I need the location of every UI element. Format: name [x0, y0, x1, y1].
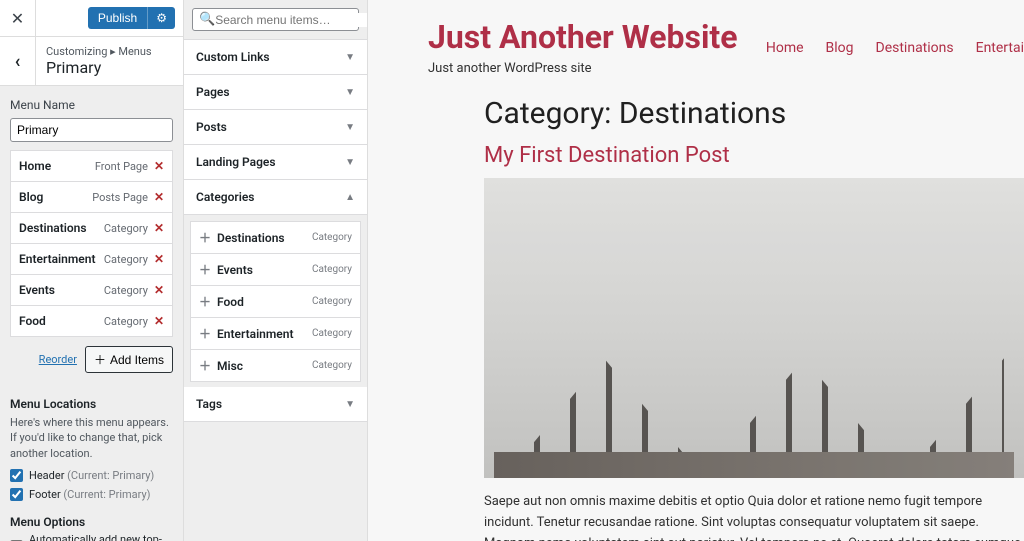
chevron-up-icon: ▲	[345, 192, 355, 203]
menu-item[interactable]: Home Front Page ✕	[10, 150, 173, 182]
add-icon: ＋	[199, 325, 211, 342]
add-icon: ＋	[199, 357, 211, 374]
remove-item-button[interactable]: ✕	[154, 159, 164, 173]
add-icon: ＋	[199, 293, 211, 310]
menu-item-type: Front Page	[95, 160, 148, 173]
location-checkbox[interactable]	[10, 488, 23, 501]
chevron-down-icon: ▼	[345, 157, 355, 168]
nav-link[interactable]: Blog	[826, 40, 854, 56]
nav-link[interactable]: Destinations	[876, 40, 954, 56]
menu-item-name: Blog	[19, 190, 43, 204]
post-title[interactable]: My First Destination Post	[484, 143, 1024, 168]
menu-locations-heading: Menu Locations	[10, 397, 173, 411]
menu-item[interactable]: Food Category ✕	[10, 305, 173, 337]
menu-item-type: Category	[104, 222, 148, 235]
remove-item-button[interactable]: ✕	[154, 314, 164, 328]
available-items-panel: 🔍 Custom Links▼Pages▼Posts▼Landing Pages…	[184, 0, 368, 541]
search-icon: 🔍	[199, 12, 215, 27]
add-items-button[interactable]: ＋Add Items	[85, 346, 173, 373]
site-title[interactable]: Just Another Website	[428, 20, 738, 55]
customizer-panel: ✕ Publish ⚙ ‹ Customizing ▸ Menus Primar…	[0, 0, 184, 541]
close-button[interactable]: ✕	[0, 0, 36, 36]
featured-image[interactable]	[484, 178, 1024, 478]
chevron-down-icon: ▼	[345, 87, 355, 98]
back-button[interactable]: ‹	[0, 37, 36, 85]
post-excerpt: Saepe aut non omnis maxime debitis et op…	[484, 492, 1024, 541]
remove-item-button[interactable]: ✕	[154, 221, 164, 235]
auto-add-checkbox-row[interactable]: Automatically add new top-level pages to…	[10, 533, 173, 541]
remove-item-button[interactable]: ✕	[154, 283, 164, 297]
site-preview: Just Another Website Just another WordPr…	[368, 0, 1024, 541]
menu-item-name: Home	[19, 159, 51, 173]
nav-link[interactable]: Home	[766, 40, 804, 56]
location-checkbox-row[interactable]: Header (Current: Primary)	[10, 469, 173, 482]
accordion-section[interactable]: Categories▲	[184, 180, 367, 215]
nav-link[interactable]: Entertai	[976, 40, 1024, 56]
menu-item-type: Category	[104, 253, 148, 266]
menu-options-heading: Menu Options	[10, 515, 173, 529]
breadcrumb: Customizing ▸ Menus	[46, 45, 152, 58]
menu-locations-help: Here's where this menu appears. If you'd…	[10, 415, 173, 461]
section-header: ‹ Customizing ▸ Menus Primary	[0, 37, 183, 86]
remove-item-button[interactable]: ✕	[154, 190, 164, 204]
panel-title: Primary	[46, 58, 152, 77]
plus-icon: ＋	[94, 351, 106, 368]
archive-title: Category: Destinations	[484, 96, 1024, 131]
menu-name-label: Menu Name	[10, 98, 173, 112]
menu-item[interactable]: Entertainment Category ✕	[10, 243, 173, 275]
publish-button[interactable]: Publish	[88, 7, 147, 29]
search-field-wrap[interactable]: 🔍	[192, 8, 359, 31]
menu-item[interactable]: Destinations Category ✕	[10, 212, 173, 244]
gear-icon: ⚙	[156, 11, 167, 25]
search-input[interactable]	[215, 13, 368, 27]
chevron-down-icon: ▼	[345, 52, 355, 63]
accordion-section[interactable]: Pages▼	[184, 75, 367, 110]
accordion-section[interactable]: Landing Pages▼	[184, 145, 367, 180]
menu-item[interactable]: Events Category ✕	[10, 274, 173, 306]
add-icon: ＋	[199, 229, 211, 246]
menu-name-input[interactable]	[10, 118, 173, 142]
available-item[interactable]: ＋EntertainmentCategory	[190, 317, 361, 350]
site-tagline: Just another WordPress site	[428, 61, 738, 76]
menu-item-name: Food	[19, 314, 46, 328]
location-checkbox-row[interactable]: Footer (Current: Primary)	[10, 488, 173, 501]
menu-item-type: Category	[104, 315, 148, 328]
remove-item-button[interactable]: ✕	[154, 252, 164, 266]
available-item[interactable]: ＋DestinationsCategory	[190, 221, 361, 254]
available-item[interactable]: ＋MiscCategory	[190, 349, 361, 382]
add-icon: ＋	[199, 261, 211, 278]
menu-item-name: Entertainment	[19, 252, 95, 266]
accordion-section[interactable]: Custom Links▼	[184, 40, 367, 75]
reorder-link[interactable]: Reorder	[39, 353, 77, 366]
location-checkbox[interactable]	[10, 469, 23, 482]
primary-nav: Home Blog Destinations Entertai	[766, 40, 1024, 56]
available-item[interactable]: ＋EventsCategory	[190, 253, 361, 286]
chevron-down-icon: ▼	[345, 399, 355, 410]
menu-items-list: HomeFront Page✕BlogPosts Page✕Destinatio…	[10, 150, 173, 337]
menu-item-type: Posts Page	[92, 191, 148, 204]
accordion-section[interactable]: Tags▼	[184, 387, 367, 422]
accordion-section[interactable]: Posts▼	[184, 110, 367, 145]
menu-item[interactable]: Blog Posts Page ✕	[10, 181, 173, 213]
publish-settings-button[interactable]: ⚙	[147, 7, 175, 29]
available-item[interactable]: ＋FoodCategory	[190, 285, 361, 318]
chevron-down-icon: ▼	[345, 122, 355, 133]
menu-item-name: Events	[19, 283, 55, 297]
panel-header: ✕ Publish ⚙	[0, 0, 183, 37]
menu-item-name: Destinations	[19, 221, 87, 235]
menu-item-type: Category	[104, 284, 148, 297]
